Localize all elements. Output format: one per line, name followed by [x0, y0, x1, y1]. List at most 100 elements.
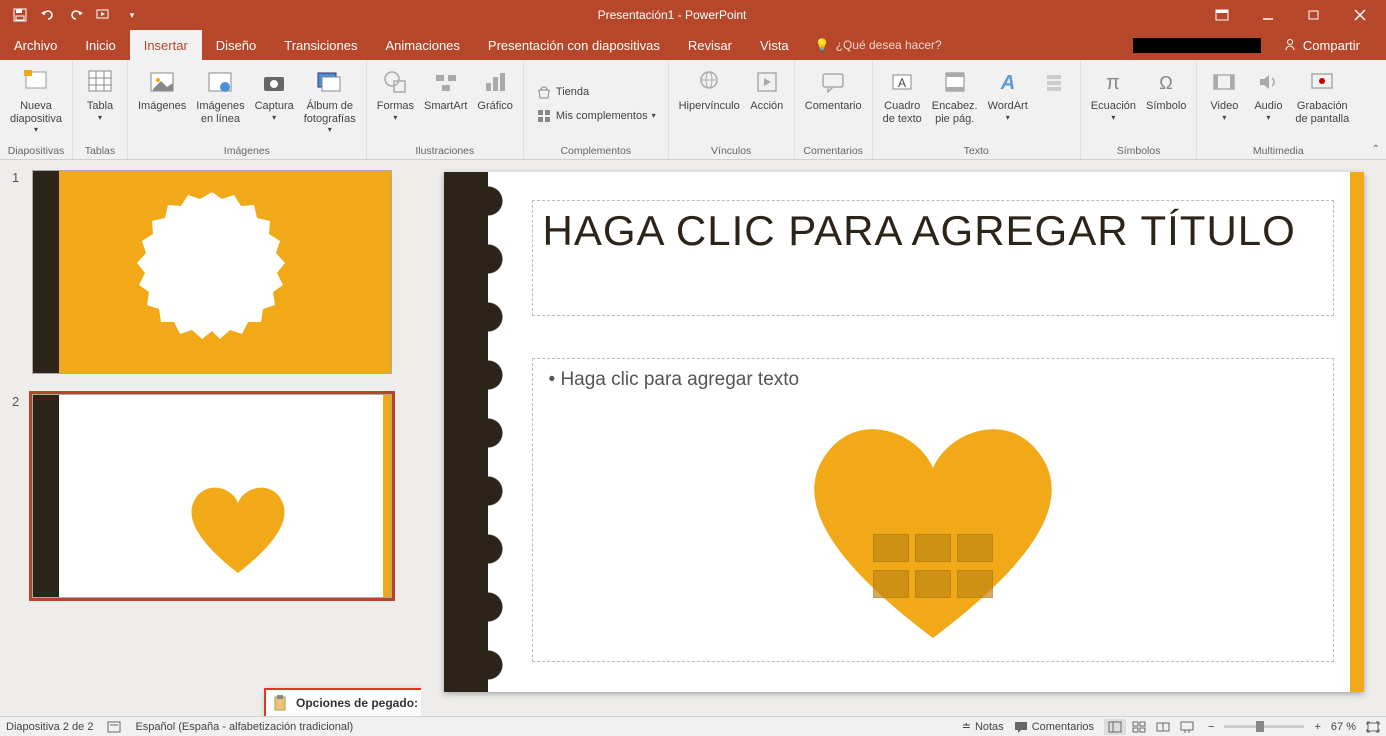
- photo-album-button[interactable]: Álbum de fotografías▾: [300, 64, 360, 143]
- video-button[interactable]: Video▾: [1203, 64, 1245, 143]
- content-placeholder[interactable]: Haga clic para agregar texto: [532, 358, 1334, 662]
- fit-to-window-button[interactable]: [1366, 721, 1380, 733]
- comment-button[interactable]: Comentario: [801, 64, 866, 143]
- title-placeholder[interactable]: HAGA CLIC PARA AGREGAR TÍTULO: [532, 200, 1334, 316]
- tab-view[interactable]: Vista: [746, 30, 803, 60]
- paste-options-header: Opciones de pegado:: [266, 690, 421, 714]
- equation-button[interactable]: πEcuación▾: [1087, 64, 1140, 143]
- group-label-media: Multimedia: [1203, 143, 1353, 157]
- notes-button[interactable]: ≐ Notas: [962, 720, 1004, 733]
- spell-check-button[interactable]: [107, 720, 121, 734]
- thumbnail-2[interactable]: 2: [12, 394, 409, 598]
- chart-button[interactable]: Gráfico: [473, 64, 516, 143]
- slide-editor-area[interactable]: HAGA CLIC PARA AGREGAR TÍTULO Haga clic …: [421, 160, 1386, 716]
- tab-transitions[interactable]: Transiciones: [270, 30, 371, 60]
- store-icon: [536, 84, 552, 100]
- close-button[interactable]: [1338, 1, 1382, 29]
- zoom-slider[interactable]: [1224, 725, 1304, 728]
- tab-design[interactable]: Diseño: [202, 30, 270, 60]
- insert-table-icon[interactable]: [873, 534, 909, 562]
- smartart-button[interactable]: SmartArt: [420, 64, 471, 143]
- screen-recording-icon: [1306, 66, 1338, 98]
- slide-sorter-view-button[interactable]: [1128, 719, 1150, 735]
- maximize-button[interactable]: [1292, 1, 1336, 29]
- zoom-level[interactable]: 67 %: [1331, 721, 1356, 733]
- images-button[interactable]: Imágenes: [134, 64, 190, 143]
- redo-button[interactable]: [64, 3, 88, 27]
- window-controls: [1200, 1, 1386, 29]
- tab-insert[interactable]: Insertar: [130, 30, 202, 60]
- comments-button[interactable]: Comentarios: [1014, 721, 1094, 733]
- seal-shape: [127, 187, 297, 357]
- group-media: Video▾ Audio▾ Grabación de pantalla Mult…: [1197, 60, 1359, 159]
- save-button[interactable]: [8, 3, 32, 27]
- tab-home[interactable]: Inicio: [71, 30, 129, 60]
- online-images-button[interactable]: Imágenes en línea: [192, 64, 248, 143]
- undo-button[interactable]: [36, 3, 60, 27]
- my-addins-button[interactable]: Mis complementos ▾: [530, 106, 662, 126]
- album-icon: [314, 66, 346, 98]
- dropdown-arrow-icon: ▾: [34, 125, 38, 134]
- thumbnail-slide-2[interactable]: [32, 394, 392, 598]
- status-bar: Diapositiva 2 de 2 Español (España - alf…: [0, 716, 1386, 736]
- group-label-images: Imágenes: [134, 143, 360, 157]
- slide-counter[interactable]: Diapositiva 2 de 2: [6, 721, 93, 733]
- account-area[interactable]: [1133, 38, 1261, 53]
- action-button[interactable]: Acción: [746, 64, 788, 143]
- insert-video-icon[interactable]: [957, 570, 993, 598]
- screen-recording-button[interactable]: Grabación de pantalla: [1291, 64, 1353, 143]
- slide-canvas[interactable]: HAGA CLIC PARA AGREGAR TÍTULO Haga clic …: [444, 172, 1364, 692]
- group-label-symbols: Símbolos: [1087, 143, 1191, 157]
- group-illustrations: Formas▾ SmartArt Gráfico Ilustraciones: [367, 60, 524, 159]
- comment-icon: [1014, 721, 1028, 733]
- zoom-out-button[interactable]: −: [1208, 721, 1214, 733]
- header-footer-button[interactable]: Encabez. pie pág.: [928, 64, 982, 143]
- speaker-icon: [1252, 66, 1284, 98]
- content-placeholder-text: Haga clic para agregar texto: [549, 369, 1317, 391]
- svg-text:Ω: Ω: [1159, 73, 1172, 93]
- table-button[interactable]: Tabla▾: [79, 64, 121, 143]
- slide-thumbnail-pane[interactable]: 1 2 Opciones de pegad: [0, 160, 421, 716]
- ribbon: Nueva diapositiva ▾ Diapositivas Tabla▾ …: [0, 60, 1386, 160]
- thumbnail-1[interactable]: 1: [12, 170, 409, 374]
- tab-review[interactable]: Revisar: [674, 30, 746, 60]
- textbox-button[interactable]: ACuadro de texto: [879, 64, 926, 143]
- smartart-icon: [430, 66, 462, 98]
- thumbnail-slide-1[interactable]: [32, 170, 392, 374]
- tab-file[interactable]: Archivo: [0, 30, 71, 60]
- start-slideshow-button[interactable]: [92, 3, 116, 27]
- zoom-in-button[interactable]: +: [1314, 721, 1320, 733]
- insert-chart-icon[interactable]: [915, 534, 951, 562]
- reading-view-button[interactable]: [1152, 719, 1174, 735]
- insert-online-pictures-icon[interactable]: [915, 570, 951, 598]
- video-icon: [1208, 66, 1240, 98]
- normal-view-button[interactable]: [1104, 719, 1126, 735]
- ribbon-tabs: Archivo Inicio Insertar Diseño Transicio…: [0, 30, 1386, 60]
- tab-slideshow[interactable]: Presentación con diapositivas: [474, 30, 674, 60]
- svg-text:A: A: [999, 72, 1014, 94]
- comment-icon: [817, 66, 849, 98]
- lightbulb-icon: 💡: [815, 38, 830, 52]
- audio-button[interactable]: Audio▾: [1247, 64, 1289, 143]
- tab-animations[interactable]: Animaciones: [371, 30, 473, 60]
- wordart-button[interactable]: AWordArt▾: [984, 64, 1032, 143]
- new-slide-button[interactable]: Nueva diapositiva ▾: [6, 64, 66, 143]
- store-button[interactable]: Tienda: [530, 82, 662, 102]
- text-more-button[interactable]: [1034, 64, 1074, 143]
- minimize-button[interactable]: [1246, 1, 1290, 29]
- tell-me-search[interactable]: 💡 ¿Qué desea hacer?: [803, 30, 954, 60]
- insert-pictures-icon[interactable]: [873, 570, 909, 598]
- symbol-button[interactable]: ΩSímbolo: [1142, 64, 1190, 143]
- ribbon-display-options-button[interactable]: [1200, 1, 1244, 29]
- collapse-ribbon-button[interactable]: ⌃: [1372, 144, 1380, 155]
- hyperlink-button[interactable]: Hipervínculo: [675, 64, 744, 143]
- screenshot-button[interactable]: Captura▾: [251, 64, 298, 143]
- insert-smartart-icon[interactable]: [957, 534, 993, 562]
- wordart-icon: A: [992, 66, 1024, 98]
- qat-customize-button[interactable]: ▾: [120, 3, 144, 27]
- language-indicator[interactable]: Español (España - alfabetización tradici…: [135, 721, 353, 733]
- slideshow-view-button[interactable]: [1176, 719, 1198, 735]
- share-button[interactable]: Compartir: [1269, 38, 1374, 53]
- quick-access-toolbar: ▾: [0, 3, 144, 27]
- shapes-button[interactable]: Formas▾: [373, 64, 418, 143]
